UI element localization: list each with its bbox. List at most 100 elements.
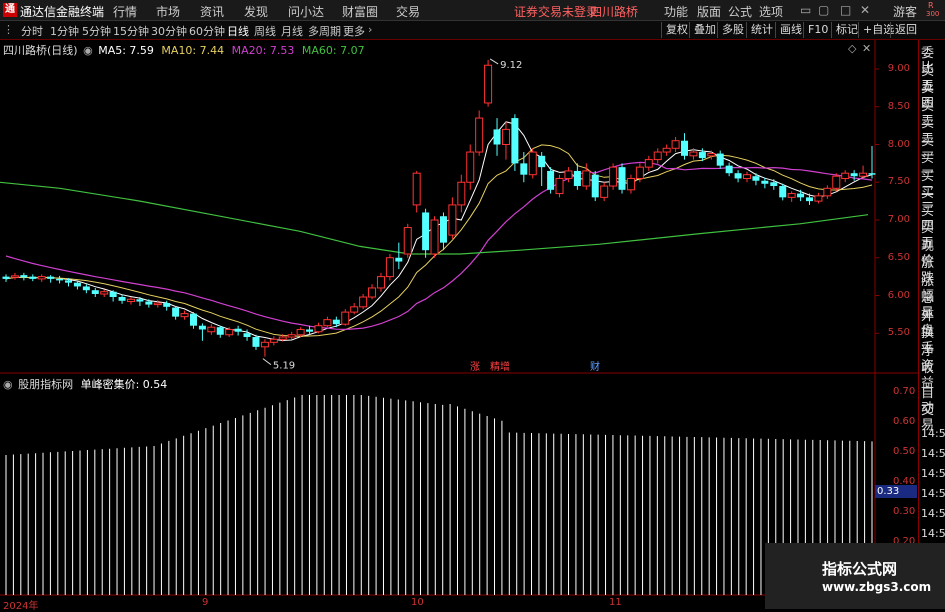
guest-user[interactable]: 游客 [893, 3, 917, 20]
trade-time-item: 14:56 [921, 427, 945, 440]
menu-quotes[interactable]: 行情 [113, 3, 137, 20]
candle-body [555, 177, 564, 195]
menu-wealth[interactable]: 财富圈 [342, 3, 378, 20]
tab-period-monthly[interactable]: 月线 [281, 23, 303, 39]
app-logo-icon: 通 [3, 3, 17, 17]
candle-body [770, 182, 778, 187]
candle-body [350, 306, 359, 313]
tab-period-5min[interactable]: 5分钟 [82, 23, 111, 39]
badge-r: R [928, 1, 934, 10]
candle-body [618, 167, 626, 190]
candle-body [806, 197, 814, 202]
menu-function[interactable]: 功能 [664, 3, 688, 20]
candle-body [528, 151, 537, 176]
maximize-icon[interactable]: □ [840, 3, 851, 17]
candle-body [359, 296, 368, 308]
candle-body [56, 278, 64, 281]
trade-time-item: 14:56 [921, 507, 945, 520]
x-axis-label-nov: 11 [609, 597, 622, 608]
candle-body [716, 153, 724, 166]
menu-trade[interactable]: 交易 [396, 3, 420, 20]
candle-body [511, 118, 519, 164]
candle-body [422, 212, 430, 251]
tab-period-multi[interactable]: 多周期 [308, 23, 341, 39]
current-value-badge: 0.33 [875, 485, 917, 498]
tab-period-more[interactable]: 更多 [343, 23, 365, 39]
candle-body [868, 173, 876, 175]
candle-body [252, 337, 260, 347]
candle-body [698, 152, 706, 159]
restore-icon[interactable]: ▢ [818, 3, 829, 17]
candle-body [234, 328, 242, 332]
candle-body [591, 174, 599, 198]
menu-formula[interactable]: 公式 [728, 3, 752, 20]
candle-body [172, 307, 180, 317]
candle-body [564, 170, 573, 179]
event-label: 精增 [490, 360, 510, 373]
menu-ask[interactable]: 问小达 [288, 3, 324, 20]
candle-body [501, 128, 510, 146]
candle-body [29, 276, 37, 279]
watermark-url: www.zbgs3.com [822, 580, 932, 594]
draw-line-button[interactable]: 画线 [775, 22, 806, 38]
toolbar-menu-icon[interactable]: ⋮ [3, 23, 14, 36]
y-tick-label: 7.00 [887, 214, 910, 225]
tab-period-timeshare[interactable]: 分时 [21, 23, 43, 39]
candle-body [91, 290, 99, 294]
candle-body [403, 227, 412, 255]
candle-body [734, 173, 742, 179]
tab-period-daily[interactable]: 日线 [227, 23, 249, 39]
y-tick-label: 6.00 [887, 289, 910, 301]
candle-body [573, 170, 581, 187]
trade-time-item: 14:56 [921, 527, 945, 540]
tab-period-60min[interactable]: 60分钟 [189, 23, 225, 39]
badge-number: 300 [926, 10, 940, 18]
more-chevron-icon[interactable]: › [368, 23, 372, 36]
chart-canvas[interactable]: 9.12 5.19 涨精增 财 [0, 40, 918, 609]
candle-body [216, 327, 224, 335]
candle-body [260, 341, 269, 348]
candle-body [376, 276, 385, 289]
y-tick-label: 6.50 [887, 251, 910, 263]
sub-y-tick-label: 0.50 [893, 446, 916, 457]
statistics-button[interactable]: 统计 [746, 22, 777, 38]
candle-body [126, 298, 135, 303]
menu-discover[interactable]: 发现 [244, 3, 268, 20]
candle-body [859, 172, 868, 177]
candle-body [743, 174, 752, 179]
candle-body [814, 195, 823, 202]
login-status[interactable]: 证券交易未登录 [514, 3, 598, 20]
f10-button[interactable]: F10 [803, 22, 832, 38]
tab-period-30min[interactable]: 30分钟 [151, 23, 187, 39]
close-icon[interactable]: ✕ [860, 3, 870, 17]
candle-body [797, 193, 805, 198]
ma10-line [5, 144, 873, 337]
sub-y-tick-label: 0.30 [893, 506, 916, 517]
candle-body [547, 170, 555, 190]
adjust-button[interactable]: 复权 [661, 22, 692, 38]
title-stock-name: 四川路桥 [590, 5, 639, 19]
high-price-label: 9.12 [500, 60, 522, 71]
candle-body [82, 286, 90, 291]
multi-stock-button[interactable]: 多股 [717, 22, 748, 38]
back-button[interactable]: 返回 [890, 22, 921, 38]
menu-market[interactable]: 市场 [156, 3, 180, 20]
candle-body [100, 291, 109, 295]
menu-layout[interactable]: 版面 [697, 3, 721, 20]
candle-body [20, 275, 28, 278]
tab-period-15min[interactable]: 15分钟 [113, 23, 149, 39]
minimize-icon[interactable]: ▭ [800, 3, 811, 17]
watermark-title: 指标公式网 [822, 560, 898, 578]
title-bar: 通 通达信金融终端 行情 市场 资讯 发现 问小达 财富圈 交易 证券交易未登录… [0, 0, 945, 21]
candle-body [707, 153, 716, 157]
menu-news[interactable]: 资讯 [200, 3, 224, 20]
candle-body [787, 193, 796, 198]
candle-body [484, 64, 493, 104]
overlay-button[interactable]: 叠加 [689, 22, 720, 38]
tab-period-1min[interactable]: 1分钟 [50, 23, 79, 39]
candle-body [520, 163, 528, 175]
candle-body [850, 173, 858, 177]
menu-options[interactable]: 选项 [759, 3, 783, 20]
candle-body [600, 185, 609, 198]
tab-period-weekly[interactable]: 周线 [254, 23, 276, 39]
